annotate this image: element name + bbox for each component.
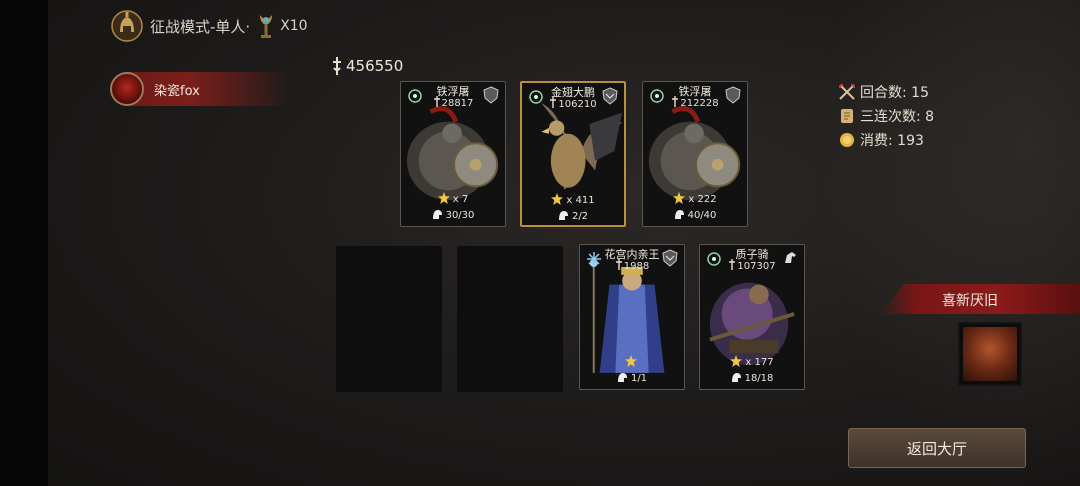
- card-hp-value: 30/30: [445, 210, 475, 221]
- card-power-value: 107307: [737, 261, 776, 272]
- card-star-count: x 177: [745, 357, 774, 368]
- power-icon: [615, 259, 622, 270]
- unit-card[interactable]: 铁浮屠 28817 x 7 30/30: [400, 81, 506, 227]
- unit-card[interactable]: 花宫内亲王 1988 1/1: [579, 244, 685, 390]
- star-icon: [730, 355, 743, 367]
- scroll-icon: [841, 109, 853, 123]
- player-name: 染瓷fox: [154, 84, 200, 99]
- torch-trophy-icon: [260, 15, 273, 38]
- helmet-icon: [617, 373, 627, 382]
- trophy-count: X10: [280, 18, 308, 34]
- card-star-count: x 222: [688, 194, 717, 205]
- unit-card[interactable]: 铁浮屠 212228 x 222 40/40: [642, 81, 748, 227]
- empty-card-slot[interactable]: [457, 246, 563, 392]
- card-hp-value: 2/2: [571, 211, 589, 222]
- card-hp: 30/30: [401, 209, 505, 221]
- consume-row: 消费: 193: [838, 128, 934, 152]
- helmet-icon: [731, 373, 741, 382]
- card-power-value: 212228: [680, 98, 719, 109]
- rounds-text: 回合数: 15: [860, 85, 929, 101]
- card-star-count: x 411: [566, 195, 595, 206]
- card-hp-value: 18/18: [744, 373, 774, 384]
- banner-label: 喜新厌旧: [942, 293, 998, 309]
- player-tag[interactable]: 染瓷fox: [110, 72, 288, 106]
- warrior-portrait-icon: [963, 327, 1017, 381]
- card-stars: x 222: [643, 192, 747, 205]
- card-power: 106210: [522, 97, 624, 110]
- star-icon: [437, 192, 450, 204]
- total-power: 456550: [330, 56, 403, 76]
- unit-card[interactable]: 质子骑 107307 x 177 18/18: [699, 244, 805, 390]
- return-lobby-button[interactable]: 返回大厅: [848, 428, 1026, 468]
- star-icon: [551, 193, 564, 205]
- power-icon: [550, 97, 557, 108]
- helmet-icon: [432, 210, 442, 219]
- card-power-value: 1988: [623, 261, 650, 272]
- spartan-helmet-icon: [111, 10, 143, 42]
- battle-stats: 回合数: 15 三连次数: 8 消费: 193: [838, 80, 934, 152]
- card-hp-value: 1/1: [630, 373, 648, 384]
- mode-title: 征战模式-单人·: [150, 17, 251, 36]
- card-star-count: x 7: [452, 194, 469, 205]
- reward-item[interactable]: [958, 322, 1022, 386]
- star-icon: [673, 192, 686, 204]
- triple-streak-text: 三连次数: 8: [860, 109, 935, 125]
- card-power: 107307: [700, 259, 804, 272]
- power-icon: [333, 57, 341, 75]
- achievement-banner: 喜新厌旧: [880, 284, 1080, 314]
- card-hp-value: 40/40: [687, 210, 717, 221]
- card-power: 1988: [580, 259, 684, 272]
- card-hp: 40/40: [643, 209, 747, 221]
- card-stars: x 411: [522, 193, 624, 206]
- unit-card[interactable]: 金翅大鹏 106210 x 411 2/2: [520, 81, 626, 227]
- power-icon: [729, 259, 736, 270]
- star-icon: [624, 355, 637, 367]
- mode-header: 征战模式-单人· X10: [110, 10, 308, 42]
- triple-row: 三连次数: 8: [838, 104, 934, 128]
- crossed-swords-icon: [839, 84, 855, 100]
- power-value: 456550: [346, 57, 404, 75]
- card-power: 28817: [401, 96, 505, 109]
- empty-card-slot[interactable]: [336, 246, 442, 392]
- left-edge-bar: [0, 0, 48, 486]
- card-power-value: 106210: [558, 99, 597, 110]
- card-hp: 2/2: [522, 210, 624, 222]
- card-hp: 1/1: [580, 372, 684, 384]
- card-power: 212228: [643, 96, 747, 109]
- demon-avatar-icon: [110, 72, 144, 106]
- card-stars: [580, 355, 684, 368]
- power-icon: [433, 96, 440, 107]
- card-hp: 18/18: [700, 372, 804, 384]
- coin-icon: [840, 133, 854, 147]
- card-stars: x 177: [700, 355, 804, 368]
- consumption-text: 消费: 193: [860, 133, 924, 149]
- power-icon: [672, 96, 679, 107]
- card-power-value: 28817: [441, 98, 474, 109]
- helmet-icon: [558, 211, 568, 220]
- card-stars: x 7: [401, 192, 505, 205]
- helmet-icon: [674, 210, 684, 219]
- rounds-row: 回合数: 15: [838, 80, 934, 104]
